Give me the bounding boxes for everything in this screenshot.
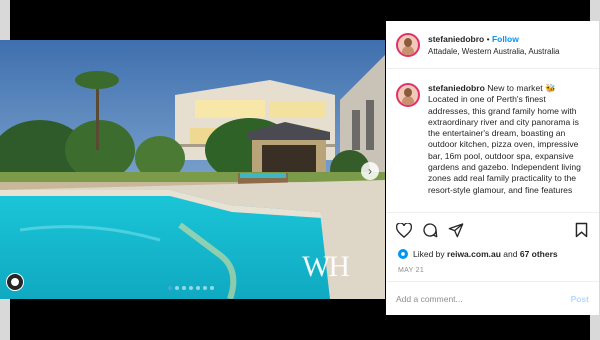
heart-icon[interactable]	[395, 221, 413, 239]
post-header: stefaniedobro • Follow Attadale, Western…	[386, 21, 599, 69]
likes-line: Liked by reiwa.com.au and 67 others	[386, 247, 599, 261]
caption-avatar[interactable]	[396, 83, 420, 107]
verified-badge-icon	[398, 249, 408, 259]
profile-avatar[interactable]	[396, 32, 420, 57]
share-icon[interactable]	[447, 221, 465, 239]
carousel-dot	[175, 286, 179, 290]
post-date[interactable]: MAY 21	[386, 261, 599, 274]
comment-icon[interactable]	[421, 221, 439, 239]
carousel-dot	[182, 286, 186, 290]
location-link[interactable]: Attadale, Western Australia, Australia	[428, 47, 559, 56]
comment-bar: Add a comment... Post	[386, 281, 599, 315]
caption-text: New to market 🐝 Located in one of Perth'…	[428, 83, 581, 195]
carousel-dot	[203, 286, 207, 290]
bookmark-icon[interactable]	[572, 221, 590, 239]
likes-others[interactable]: 67 others	[520, 249, 558, 259]
tagged-users-icon[interactable]	[6, 273, 24, 291]
carousel-dot	[210, 286, 214, 290]
caption: stefaniedobro New to market 🐝 Located in…	[428, 83, 588, 212]
comment-input[interactable]: Add a comment...	[396, 294, 571, 304]
instagram-post-frame: WH › stefaniedobro • Follow Attadale, We…	[0, 0, 600, 340]
carousel-dot	[168, 286, 172, 290]
follow-button[interactable]: Follow	[492, 34, 519, 44]
carousel-dot	[189, 286, 193, 290]
post-button[interactable]: Post	[571, 294, 589, 304]
watermark-logo: WH	[302, 250, 350, 283]
carousel-next-icon[interactable]: ›	[361, 162, 379, 180]
action-bar	[386, 213, 599, 247]
header-username[interactable]: stefaniedobro	[428, 34, 484, 44]
header-separator: •	[486, 33, 490, 44]
caption-username[interactable]: stefaniedobro	[428, 83, 485, 93]
caption-area: stefaniedobro New to market 🐝 Located in…	[386, 69, 599, 213]
likes-user[interactable]: reiwa.com.au	[447, 249, 501, 259]
post-sidebar: stefaniedobro • Follow Attadale, Western…	[386, 21, 599, 315]
carousel-indicator	[168, 286, 214, 290]
carousel-dot	[196, 286, 200, 290]
likes-prefix: Liked by	[413, 249, 445, 259]
likes-connector: and	[503, 249, 518, 259]
